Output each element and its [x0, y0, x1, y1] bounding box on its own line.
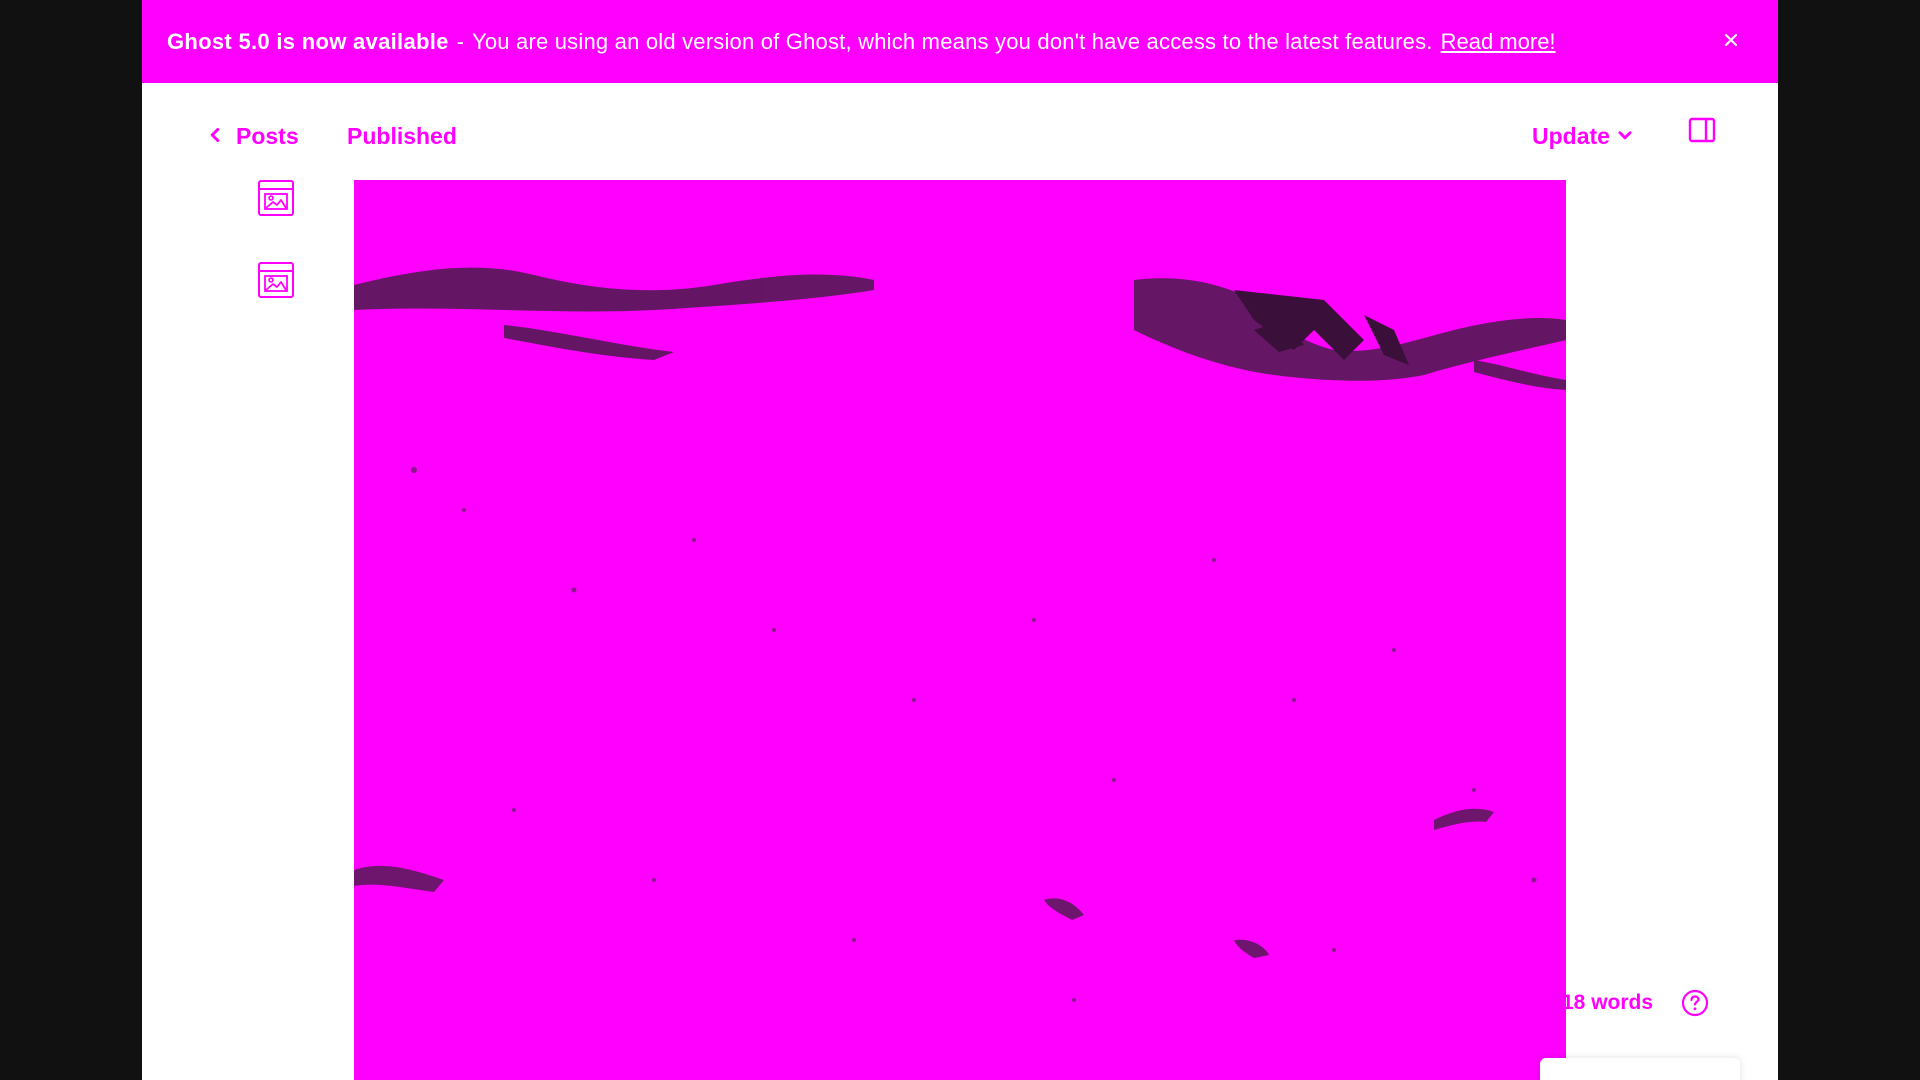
help-icon[interactable] [1680, 988, 1710, 1018]
back-label: Posts [236, 122, 299, 149]
feature-image-graphic [354, 180, 1566, 1080]
image-card-icon[interactable] [256, 178, 296, 218]
word-count: 18 words [1562, 991, 1654, 1014]
back-to-posts-link[interactable]: Posts [206, 120, 299, 152]
chevron-down-icon [1616, 123, 1634, 150]
update-label: Update [1532, 122, 1610, 149]
feature-image[interactable] [354, 180, 1566, 1080]
banner-title: Ghost 5.0 is now available [167, 28, 449, 54]
update-banner: Ghost 5.0 is now available - You are usi… [142, 0, 1778, 83]
editor-window: Ghost 5.0 is now available - You are usi… [142, 0, 1778, 1080]
image-card-icon[interactable] [256, 260, 296, 300]
banner-message: You are using an old version of Ghost, w… [472, 28, 1433, 54]
banner-read-more-link[interactable]: Read more! [1441, 29, 1556, 55]
post-status: Published [347, 123, 457, 149]
update-button[interactable]: Update [1532, 120, 1634, 152]
close-icon[interactable] [1718, 28, 1744, 54]
chevron-left-icon [206, 123, 224, 150]
banner-separator: - [456, 28, 464, 54]
sidebar-toggle-icon[interactable] [1687, 116, 1717, 146]
bottom-floating-card [1540, 1058, 1740, 1080]
